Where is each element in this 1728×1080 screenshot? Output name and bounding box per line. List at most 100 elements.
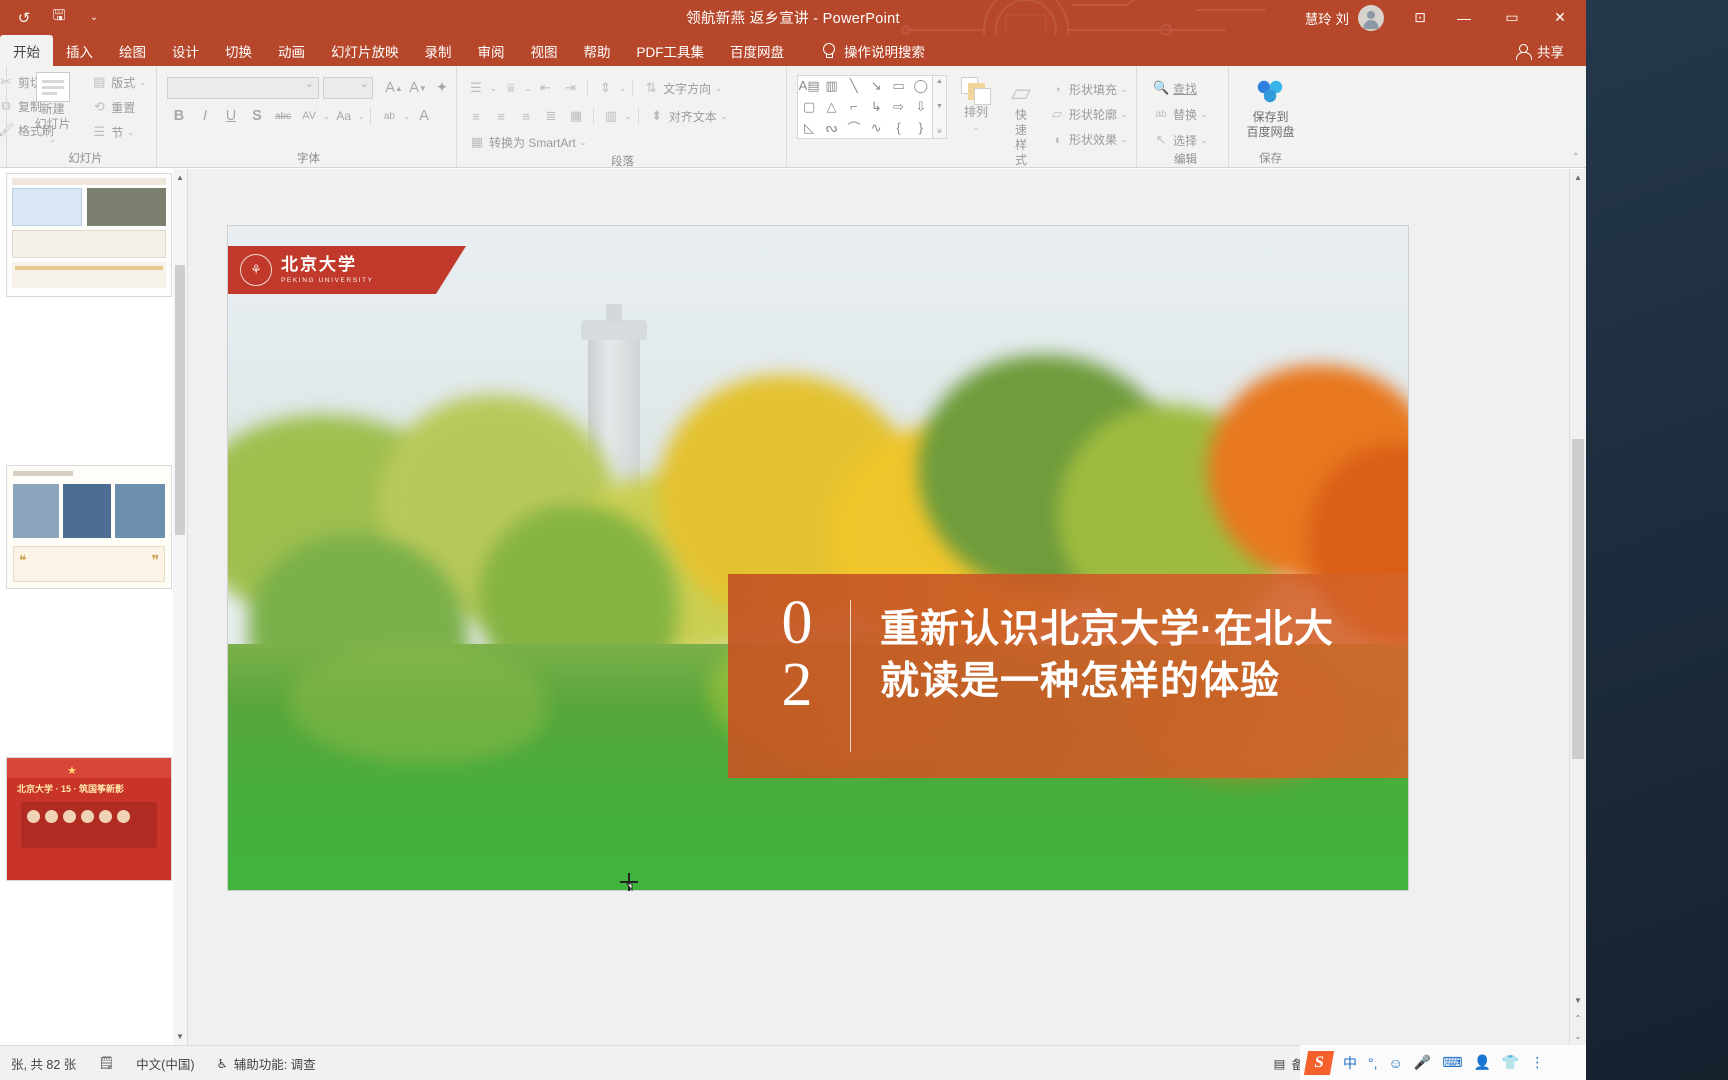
slide-count-status[interactable]: 张, 共 82 张 (0, 1046, 87, 1080)
slide-editing-pane[interactable]: ⚘ 北京大学 PEKING UNIVERSITY 0 2 重新认识北京大学·在北… (188, 169, 1586, 1045)
thumb-scroll-down-button[interactable]: ▼ (173, 1028, 187, 1045)
thumbnail-slide-3[interactable]: 北京大学 · 15 · 筑国筝新影 ★ (6, 757, 172, 881)
shape-arrow[interactable]: ↘ (865, 76, 887, 97)
current-slide[interactable]: ⚘ 北京大学 PEKING UNIVERSITY 0 2 重新认识北京大学·在北… (228, 226, 1408, 890)
shapes-more-icon[interactable]: ⩸ (937, 128, 941, 136)
shape-textbox[interactable]: A▤ (798, 76, 820, 97)
save-to-baidu-button[interactable]: 保存到 百度网盘 (1235, 76, 1306, 142)
shape-down-arrow[interactable]: ⇩ (910, 97, 932, 118)
slide-thumbnail-pane[interactable]: ❝ ❞ 北京大学 · 15 · 筑国筝新影 ★ ▲ ▼ (0, 169, 188, 1045)
chevron-down-icon[interactable]: ⌄ (625, 112, 632, 121)
chevron-down-icon[interactable]: ⌄ (525, 84, 532, 93)
chevron-down-icon[interactable]: ⌄ (1121, 85, 1128, 94)
next-slide-button[interactable]: ⌄ (1570, 1028, 1586, 1045)
tab-绘图[interactable]: 绘图 (106, 35, 159, 66)
slide-scroll-down-button[interactable]: ▼ (1570, 992, 1586, 1009)
chevron-down-icon[interactable]: ⌄ (1201, 136, 1208, 145)
tab-插入[interactable]: 插入 (53, 35, 106, 66)
minimize-button[interactable]: — (1440, 0, 1488, 35)
chevron-down-icon[interactable]: ⌄ (139, 78, 146, 87)
previous-slide-button[interactable]: ⌃ (1570, 1010, 1586, 1027)
shape-elbow-connector[interactable]: ⌐ (843, 97, 865, 118)
thumb-scrollbar-thumb[interactable] (175, 265, 185, 535)
text-shadow-button[interactable]: S (245, 104, 269, 128)
ime-punctuation-icon[interactable]: °, (1368, 1055, 1378, 1071)
shape-triangle[interactable]: △ (820, 97, 842, 118)
change-case-button[interactable]: Aa (332, 104, 356, 128)
sogou-ime-icon[interactable]: S (1303, 1050, 1335, 1075)
chevron-down-icon[interactable]: ⌄ (403, 112, 410, 121)
layout-button[interactable]: ▤ 版式 ⌄ (87, 70, 150, 94)
bullets-button[interactable]: ☰ (465, 77, 487, 99)
language-status[interactable]: 中文(中国) (125, 1046, 205, 1080)
bold-button[interactable]: B (167, 104, 191, 128)
tab-帮助[interactable]: 帮助 (571, 35, 624, 66)
chevron-down-icon[interactable]: ⌄ (127, 128, 134, 137)
thumbnail-slide-2[interactable]: ❝ ❞ (6, 465, 172, 589)
maximize-button[interactable]: ▭ (1488, 0, 1536, 35)
customize-qat-icon[interactable]: ⌄ (83, 7, 105, 29)
shape-fill-button[interactable]: ◔ 形状填充 ⌄ (1045, 77, 1132, 101)
tab-开始[interactable]: 开始 (0, 35, 53, 66)
text-highlight-color-button[interactable]: ab (377, 104, 401, 128)
thumb-scroll-up-button[interactable]: ▲ (173, 169, 187, 186)
shape-right-arrow[interactable]: ⇨ (887, 97, 909, 118)
user-icon[interactable]: 👤 (1473, 1054, 1490, 1071)
slide-scrollbar-thumb[interactable] (1572, 439, 1584, 759)
skin-icon[interactable]: 👕 (1502, 1054, 1519, 1071)
chevron-down-icon[interactable]: ⌄ (715, 84, 722, 93)
ime-chinese-mode-icon[interactable]: 中 (1343, 1053, 1357, 1073)
microphone-icon[interactable]: 🎤 (1414, 1054, 1431, 1071)
emoji-icon[interactable]: ☺ (1389, 1055, 1403, 1071)
chevron-down-icon[interactable]: ⌄ (973, 120, 980, 135)
strikethrough-button[interactable]: abc (271, 104, 295, 128)
shape-arc[interactable]: ⌒ (843, 117, 865, 138)
tab-切换[interactable]: 切换 (212, 35, 265, 66)
shape-right-brace[interactable]: } (910, 117, 932, 138)
tab-百度网盘[interactable]: 百度网盘 (717, 35, 797, 66)
chevron-down-icon[interactable]: ⌄ (1121, 135, 1128, 144)
save-icon[interactable]: 🖫 (48, 7, 70, 29)
chevron-down-icon[interactable]: ⌄ (323, 112, 330, 121)
reset-button[interactable]: ⟲ 重置 (87, 95, 150, 119)
decrease-indent-button[interactable]: ⇤ (534, 77, 556, 99)
font-size-input[interactable] (323, 77, 373, 99)
replace-button[interactable]: ab 替换 ⌄ (1149, 102, 1212, 126)
font-name-input[interactable] (167, 77, 319, 99)
shapes-gallery-scrollbar[interactable]: ▲ ▼ ⩸ (933, 75, 947, 139)
chevron-down-icon[interactable]: ⌄ (721, 112, 728, 121)
section-button[interactable]: ☰ 节 ⌄ (87, 120, 150, 144)
select-button[interactable]: ↖ 选择 ⌄ (1149, 128, 1212, 152)
shape-line[interactable]: ╲ (843, 76, 865, 97)
align-center-button[interactable]: ≡ (490, 105, 512, 127)
tab-pdf工具集[interactable]: PDF工具集 (624, 35, 718, 66)
chevron-down-icon[interactable]: ⌄ (1121, 110, 1128, 119)
scroll-up-icon[interactable]: ▲ (936, 78, 943, 85)
spell-check-icon[interactable]: 🗒 (87, 1046, 125, 1080)
shape-rectangle[interactable]: ▭ (887, 76, 909, 97)
autosave-icon[interactable]: ↺ (13, 7, 35, 29)
tab-幻灯片放映[interactable]: 幻灯片放映 (318, 35, 412, 66)
numbering-button[interactable]: ⩸ (500, 77, 522, 99)
keyboard-icon[interactable]: ⌨ (1442, 1054, 1462, 1071)
shape-curve[interactable]: ∿ (865, 117, 887, 138)
shape-left-brace[interactable]: { (887, 117, 909, 138)
accessibility-status[interactable]: ♿ 辅助功能: 调查 (206, 1046, 327, 1080)
shape-rounded-rectangle[interactable]: ▢ (798, 97, 820, 118)
tell-me-search[interactable]: 操作说明搜索 (797, 35, 937, 66)
arrange-button[interactable]: 排列 ⌄ (955, 75, 997, 137)
slide-scroll-up-button[interactable]: ▲ (1570, 169, 1586, 186)
shape-effects-button[interactable]: ◖ 形状效果 ⌄ (1045, 127, 1132, 151)
increase-indent-button[interactable]: ⇥ (559, 77, 581, 99)
character-spacing-button[interactable]: AV (297, 104, 321, 128)
tray-menu-icon[interactable]: ⋮ (1530, 1054, 1544, 1071)
text-direction-button[interactable]: ⇅ 文字方向 ⌄ (639, 76, 726, 100)
underline-button[interactable]: U (219, 104, 243, 128)
quick-access-toolbar[interactable]: ↺ 🖫 ⌄ (0, 7, 105, 29)
chevron-down-icon[interactable]: ⌄ (1201, 110, 1208, 119)
shape-scribble[interactable]: ᔓ (820, 117, 842, 138)
shape-outline-button[interactable]: ▱ 形状轮廓 ⌄ (1045, 102, 1132, 126)
collapse-ribbon-icon[interactable]: ⌃ (1572, 152, 1580, 163)
distributed-button[interactable]: ▦ (565, 105, 587, 127)
tab-视图[interactable]: 视图 (518, 35, 571, 66)
